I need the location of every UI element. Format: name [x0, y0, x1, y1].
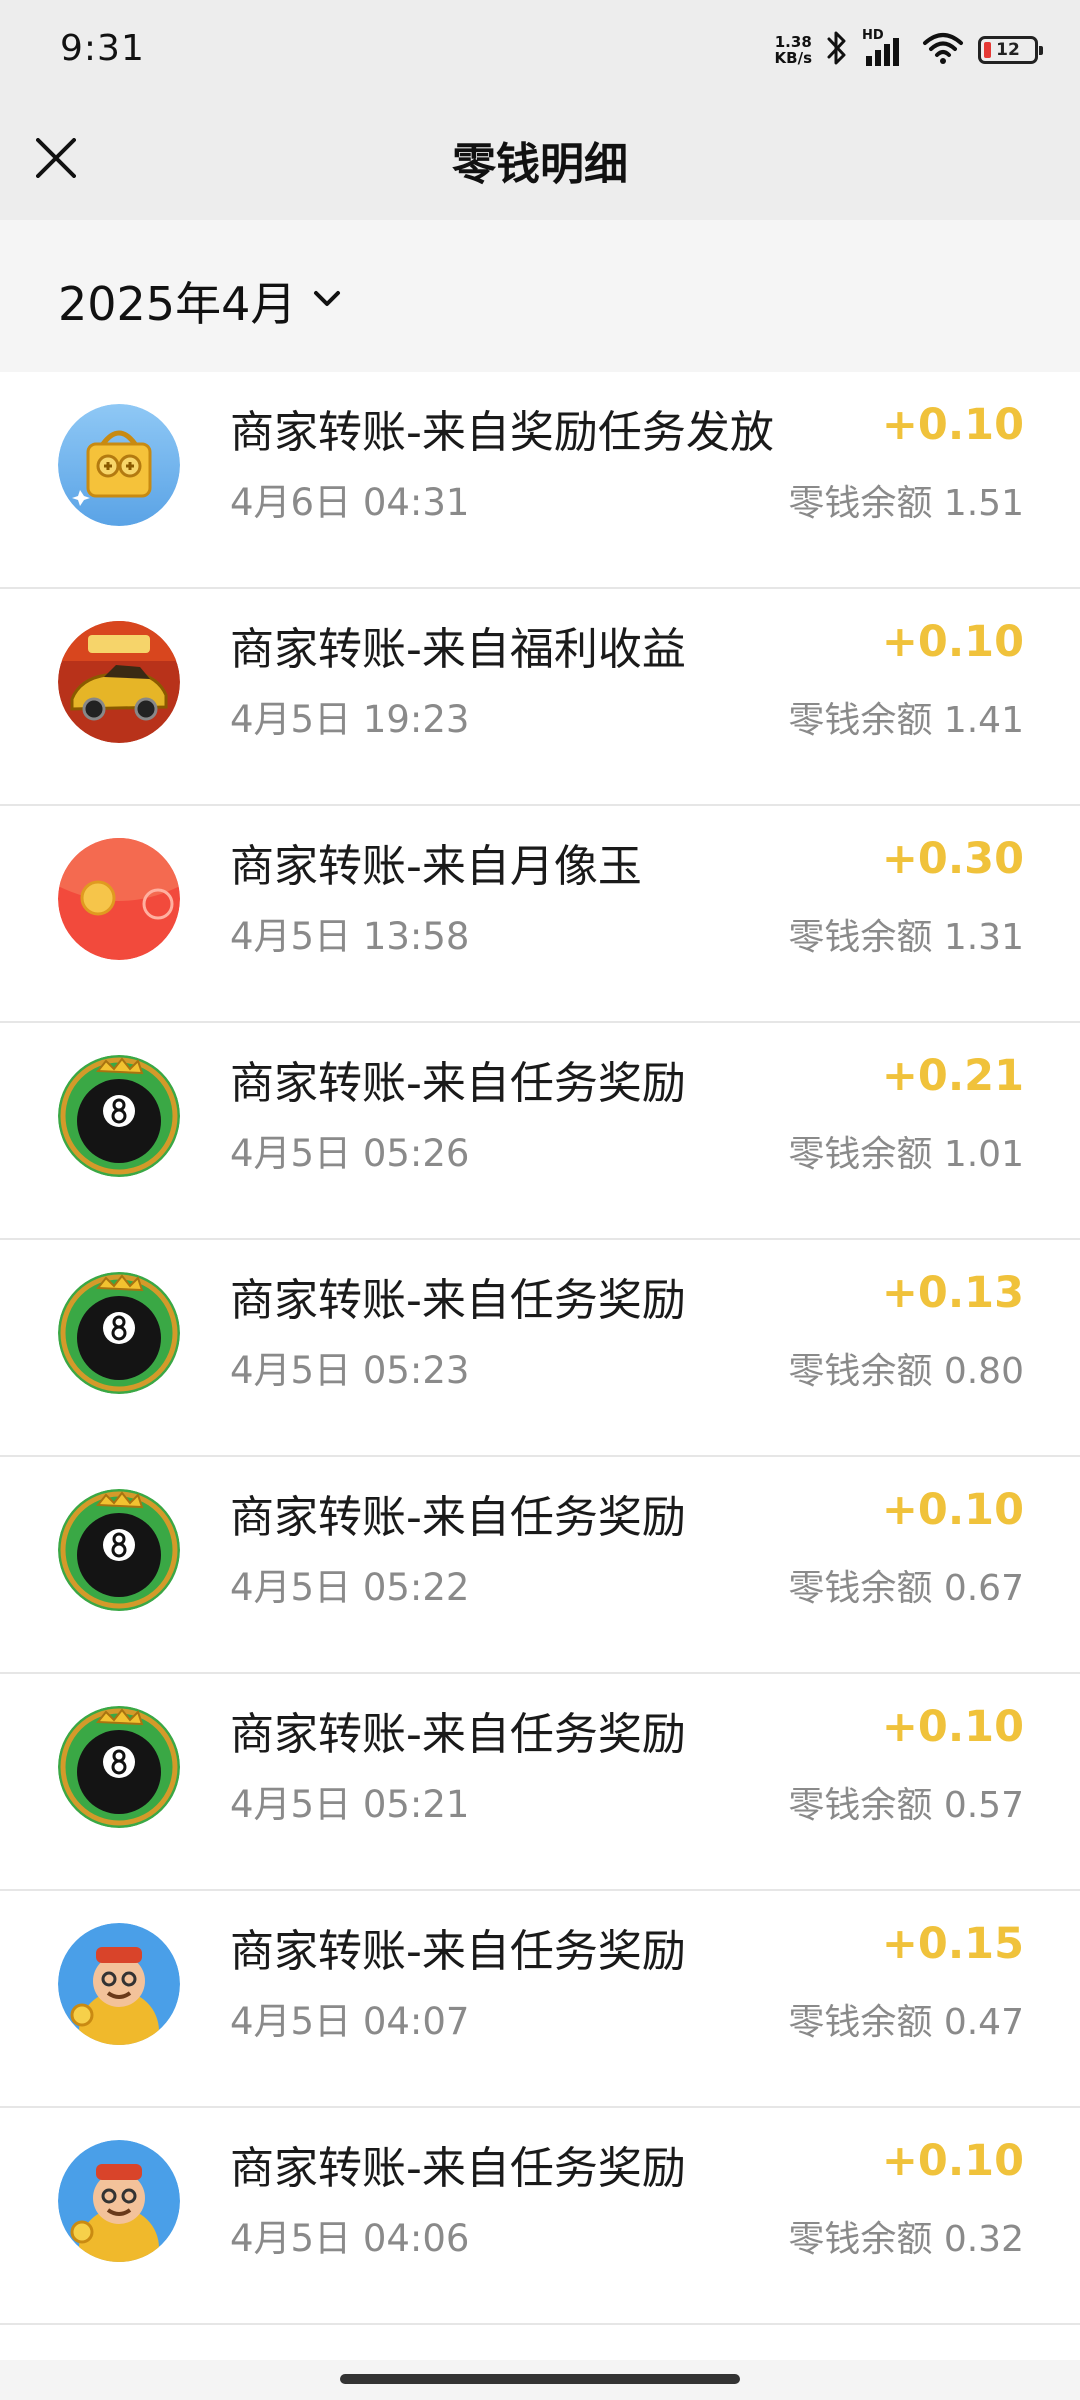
cartoon-rich-man-icon: [58, 2140, 180, 2262]
transaction-balance: 零钱余额 1.51: [788, 483, 1024, 524]
transaction-row[interactable]: 商家转账-来自任务奖励 4月5日 05:22 +0.10 零钱余额 0.67: [0, 1457, 1080, 1674]
chevron-down-icon: [312, 289, 342, 313]
transaction-title: 商家转账-来自任务奖励: [230, 1492, 686, 1543]
eight-ball-icon: [58, 1706, 180, 1828]
gold-gift-box-icon: [58, 404, 180, 526]
network-speed-unit: KB/s: [774, 49, 812, 67]
transaction-amount: +0.30: [881, 834, 1024, 884]
transaction-time: 4月5日 13:58: [230, 915, 470, 958]
transaction-row[interactable]: 商家转账-来自奖励任务发放 4月6日 04:31 +0.10 零钱余额 1.51: [0, 372, 1080, 589]
transaction-balance: 零钱余额 0.32: [788, 2219, 1024, 2260]
transaction-title: 商家转账-来自任务奖励: [230, 2143, 686, 2194]
transaction-amount: +0.13: [881, 1268, 1024, 1318]
transaction-list: 商家转账-来自奖励任务发放 4月6日 04:31 +0.10 零钱余额 1.51…: [0, 372, 1080, 2325]
transaction-row[interactable]: 商家转账-来自任务奖励 4月5日 05:21 +0.10 零钱余额 0.57: [0, 1674, 1080, 1891]
transaction-balance: 零钱余额 1.41: [788, 700, 1024, 741]
transaction-title: 商家转账-来自奖励任务发放: [230, 407, 774, 458]
gold-sports-car-icon: [58, 621, 180, 743]
transaction-row[interactable]: 商家转账-来自福利收益 4月5日 19:23 +0.10 零钱余额 1.41: [0, 589, 1080, 806]
transaction-balance: 零钱余额 0.47: [788, 2002, 1024, 2043]
wifi-icon: [922, 31, 964, 69]
bluetooth-icon: [826, 29, 848, 71]
transaction-time: 4月5日 05:26: [230, 1132, 470, 1175]
transaction-row[interactable]: 商家转账-来自任务奖励 4月5日 04:06 +0.10 零钱余额 0.32: [0, 2108, 1080, 2325]
bottom-navigation-bar: [0, 2360, 1080, 2400]
red-envelope-icon: [58, 838, 180, 960]
transaction-balance: 零钱余额 0.67: [788, 1568, 1024, 1609]
transaction-title: 商家转账-来自任务奖励: [230, 1926, 686, 1977]
transaction-row[interactable]: 商家转账-来自任务奖励 4月5日 05:26 +0.21 零钱余额 1.01: [0, 1023, 1080, 1240]
month-selector[interactable]: 2025年4月: [58, 268, 342, 334]
network-speed-value: 1.38: [774, 33, 812, 51]
transaction-time: 4月5日 05:23: [230, 1349, 470, 1392]
status-icons: 1.38 KB/s HD 12: [775, 28, 1043, 72]
transaction-balance: 零钱余额 0.57: [788, 1785, 1024, 1826]
eight-ball-icon: [58, 1489, 180, 1611]
home-gesture-handle[interactable]: [340, 2374, 740, 2384]
cellular-signal-icon: HD: [862, 28, 908, 70]
transaction-amount: +0.10: [881, 1485, 1024, 1535]
battery-icon: 12: [978, 36, 1043, 64]
transaction-balance: 零钱余额 0.80: [788, 1351, 1024, 1392]
page-title: 零钱明细: [452, 139, 628, 190]
status-bar: 9:31 1.38 KB/s HD 12: [0, 0, 1080, 100]
transaction-time: 4月5日 05:22: [230, 1566, 470, 1609]
cartoon-rich-man-icon: [58, 1923, 180, 2045]
transaction-time: 4月5日 04:06: [230, 2217, 470, 2260]
transaction-balance: 零钱余额 1.01: [788, 1134, 1024, 1175]
transaction-row[interactable]: 商家转账-来自任务奖励 4月5日 05:23 +0.13 零钱余额 0.80: [0, 1240, 1080, 1457]
month-label: 2025年4月: [58, 277, 297, 331]
status-time: 9:31: [60, 28, 145, 69]
transaction-amount: +0.10: [881, 400, 1024, 450]
transaction-amount: +0.10: [881, 2136, 1024, 2186]
transaction-title: 商家转账-来自福利收益: [230, 624, 686, 675]
transaction-amount: +0.10: [881, 617, 1024, 667]
transaction-title: 商家转账-来自任务奖励: [230, 1275, 686, 1326]
transaction-title: 商家转账-来自任务奖励: [230, 1058, 686, 1109]
network-speed: 1.38 KB/s: [775, 34, 812, 66]
transaction-time: 4月5日 04:07: [230, 2000, 470, 2043]
transaction-amount: +0.15: [881, 1919, 1024, 1969]
transaction-balance: 零钱余额 1.31: [788, 917, 1024, 958]
transaction-row[interactable]: 商家转账-来自任务奖励 4月5日 04:07 +0.15 零钱余额 0.47: [0, 1891, 1080, 2108]
transaction-time: 4月6日 04:31: [230, 481, 470, 524]
header-bar: 零钱明细: [0, 100, 1080, 220]
eight-ball-icon: [58, 1272, 180, 1394]
transaction-title: 商家转账-来自月像玉: [230, 841, 642, 892]
transaction-time: 4月5日 19:23: [230, 698, 470, 741]
transaction-time: 4月5日 05:21: [230, 1783, 470, 1826]
transaction-row[interactable]: 商家转账-来自月像玉 4月5日 13:58 +0.30 零钱余额 1.31: [0, 806, 1080, 1023]
transaction-title: 商家转账-来自任务奖励: [230, 1709, 686, 1760]
transaction-amount: +0.21: [881, 1051, 1024, 1101]
battery-level: 12: [996, 40, 1020, 60]
month-filter-bar: 2025年4月: [0, 220, 1080, 372]
eight-ball-icon: [58, 1055, 180, 1177]
transaction-amount: +0.10: [881, 1702, 1024, 1752]
